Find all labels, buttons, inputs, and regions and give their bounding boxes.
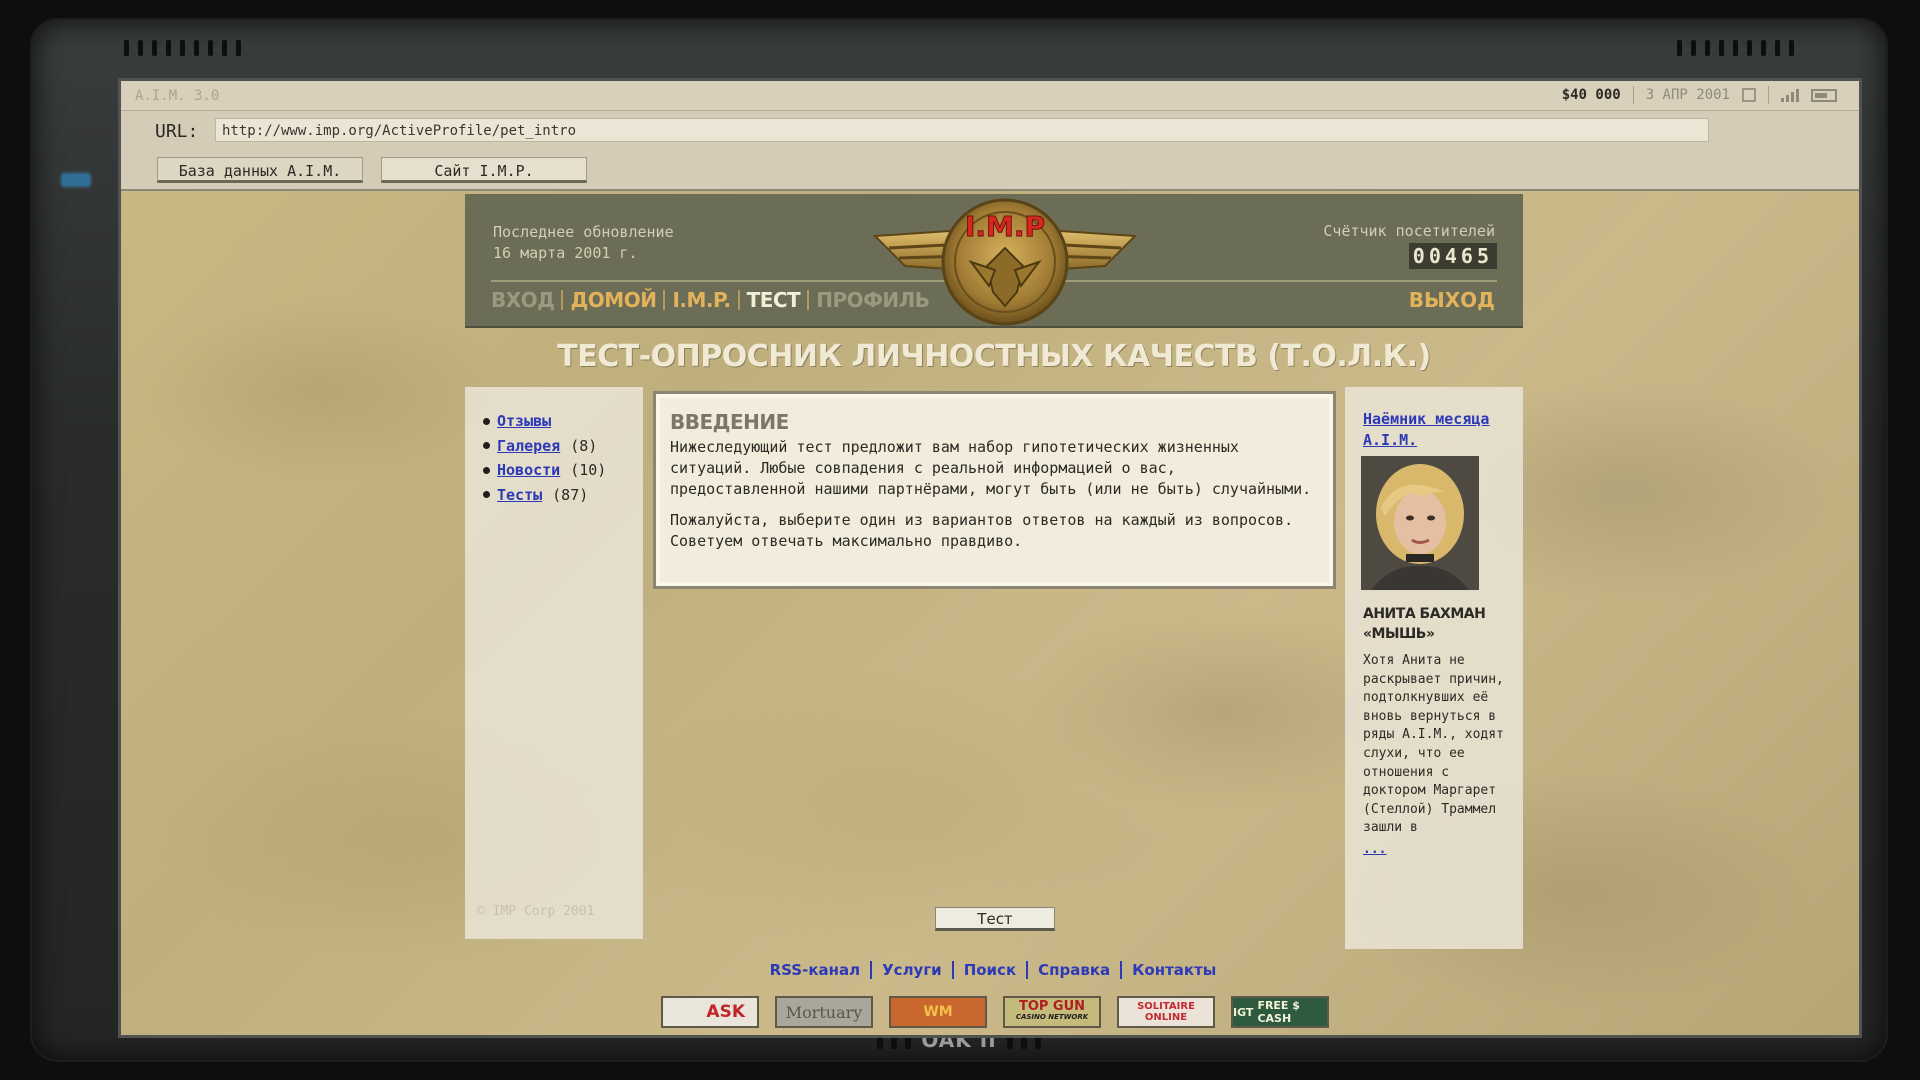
tab-aim-database[interactable]: База данных A.I.M. — [157, 157, 363, 183]
copyright: © IMP Corp 2001 — [477, 904, 595, 919]
top-nav: ВХОД ДОМОЙ I.M.P. ТЕСТ ПРОФИЛЬ — [491, 288, 937, 312]
list-item: Отзывы — [483, 409, 606, 434]
footer-link-rss[interactable]: RSS-канал — [760, 961, 870, 979]
site-header: Последнее обновление 16 марта 2001 г. Сч… — [465, 194, 1523, 328]
nav-test[interactable]: ТЕСТ — [740, 288, 808, 312]
nav-login[interactable]: ВХОД — [491, 288, 561, 312]
intro-panel: ВВЕДЕНИЕ Нижеследующий тест предложит ва… — [653, 391, 1336, 589]
list-item: Тесты (87) — [483, 483, 606, 508]
date: 3 АПР 2001 — [1645, 87, 1730, 103]
gallery-count: (8) — [570, 436, 598, 455]
ad-banner-wm[interactable]: WM — [889, 996, 987, 1028]
footer-link-services[interactable]: Услуги — [872, 961, 952, 979]
ad-banner-solitaire[interactable]: SOLITAIRE ONLINE — [1117, 996, 1215, 1028]
sidebar-link-reviews[interactable]: Отзывы — [497, 412, 551, 430]
tests-count: (87) — [552, 485, 589, 504]
sidebar-link-tests[interactable]: Тесты — [497, 486, 542, 504]
footer-link-help[interactable]: Справка — [1028, 961, 1120, 979]
list-item: Галерея (8) — [483, 434, 606, 459]
balance: $40 000 — [1561, 87, 1621, 103]
os-name: A.I.M. 3.0 — [135, 88, 220, 104]
intro-paragraph-1: Нижеследующий тест предложит вам набор г… — [670, 438, 1312, 498]
battery-icon — [1811, 88, 1837, 102]
update-date: 16 марта 2001 г. — [493, 244, 638, 262]
signal-icon — [1781, 88, 1799, 102]
sidebar-link-gallery[interactable]: Галерея — [497, 437, 560, 455]
emblem-text: I.M.P — [965, 210, 1045, 243]
calendar-icon[interactable] — [1742, 88, 1756, 102]
merc-portrait[interactable] — [1361, 456, 1479, 590]
nav-home[interactable]: ДОМОЙ — [563, 288, 663, 312]
merc-of-month-link[interactable]: Наёмник месяца A.I.M. — [1363, 409, 1505, 451]
right-sidebar: Наёмник месяца A.I.M. АНИТА БАХМАН «МЫШЬ… — [1345, 387, 1523, 949]
intro-heading: ВВЕДЕНИЕ — [670, 410, 789, 434]
web-page: Последнее обновление 16 марта 2001 г. Сч… — [121, 191, 1859, 1035]
logout-link[interactable]: ВЫХОД — [1409, 288, 1495, 312]
tab-imp-site[interactable]: Сайт I.M.P. — [381, 157, 587, 183]
url-bar: URL: http://www.imp.org/ActiveProfile/pe… — [121, 111, 1859, 153]
news-count: (10) — [570, 461, 607, 480]
page-title: ТЕСТ-ОПРОСНИК ЛИЧНОСТНЫХ КАЧЕСТВ (Т.О.Л.… — [557, 339, 1431, 374]
power-led — [62, 174, 90, 186]
footer-link-contacts[interactable]: Контакты — [1122, 961, 1226, 979]
screen: A.I.M. 3.0 $40 000 3 АПР 2001 URL: http:… — [118, 78, 1862, 1038]
nav-imp[interactable]: I.M.P. — [665, 288, 737, 312]
url-label: URL: — [155, 121, 199, 142]
sidebar-links: Отзывы Галерея (8) Новости (10) Тесты (87) — [483, 409, 606, 507]
tab-bar: База данных A.I.M. Сайт I.M.P. — [121, 153, 1859, 191]
ad-banner-free-cash[interactable]: IGT FREE $ CASH — [1231, 996, 1329, 1028]
merc-bio: Хотя Анита не раскрывает причин, подтолк… — [1363, 653, 1504, 836]
merc-name: АНИТА БАХМАН «МЫШЬ» — [1363, 604, 1505, 644]
list-item: Новости (10) — [483, 458, 606, 483]
url-input[interactable]: http://www.imp.org/ActiveProfile/pet_int… — [215, 118, 1709, 142]
merc-more-link[interactable]: ... — [1363, 842, 1386, 857]
bezel-vent — [124, 40, 241, 56]
visitor-counter-label: Счётчик посетителей — [1323, 222, 1495, 240]
ad-banner-mortuary[interactable]: Mortuary — [775, 996, 873, 1028]
ad-banner-ask[interactable]: ASK — [661, 996, 759, 1028]
monitor-bezel: OAK II A.I.M. 3.0 $40 000 3 АПР 2001 URL… — [32, 20, 1886, 1060]
left-sidebar: Отзывы Галерея (8) Новости (10) Тесты (87) … — [465, 387, 643, 939]
bezel-vent — [1677, 40, 1794, 56]
merc-nickname: «МЫШЬ» — [1363, 626, 1435, 642]
os-status-bar: A.I.M. 3.0 $40 000 3 АПР 2001 — [121, 81, 1859, 111]
sidebar-link-news[interactable]: Новости — [497, 461, 560, 479]
footer-nav: RSS-канал Услуги Поиск Справка Контакты — [121, 961, 1859, 979]
visitor-counter: 00465 — [1408, 243, 1497, 269]
ad-banners: ASK Mortuary WM TOP GUN CASINO NETWORK S… — [661, 996, 1329, 1028]
nav-profile[interactable]: ПРОФИЛЬ — [809, 288, 936, 312]
start-test-button[interactable]: Тест — [935, 907, 1055, 931]
intro-paragraph-2: Пожалуйста, выберите один из вариантов о… — [670, 511, 1294, 550]
ad-banner-top-gun[interactable]: TOP GUN CASINO NETWORK — [1003, 996, 1101, 1028]
last-update: Последнее обновление 16 марта 2001 г. — [493, 223, 674, 262]
footer-link-search[interactable]: Поиск — [954, 961, 1026, 979]
